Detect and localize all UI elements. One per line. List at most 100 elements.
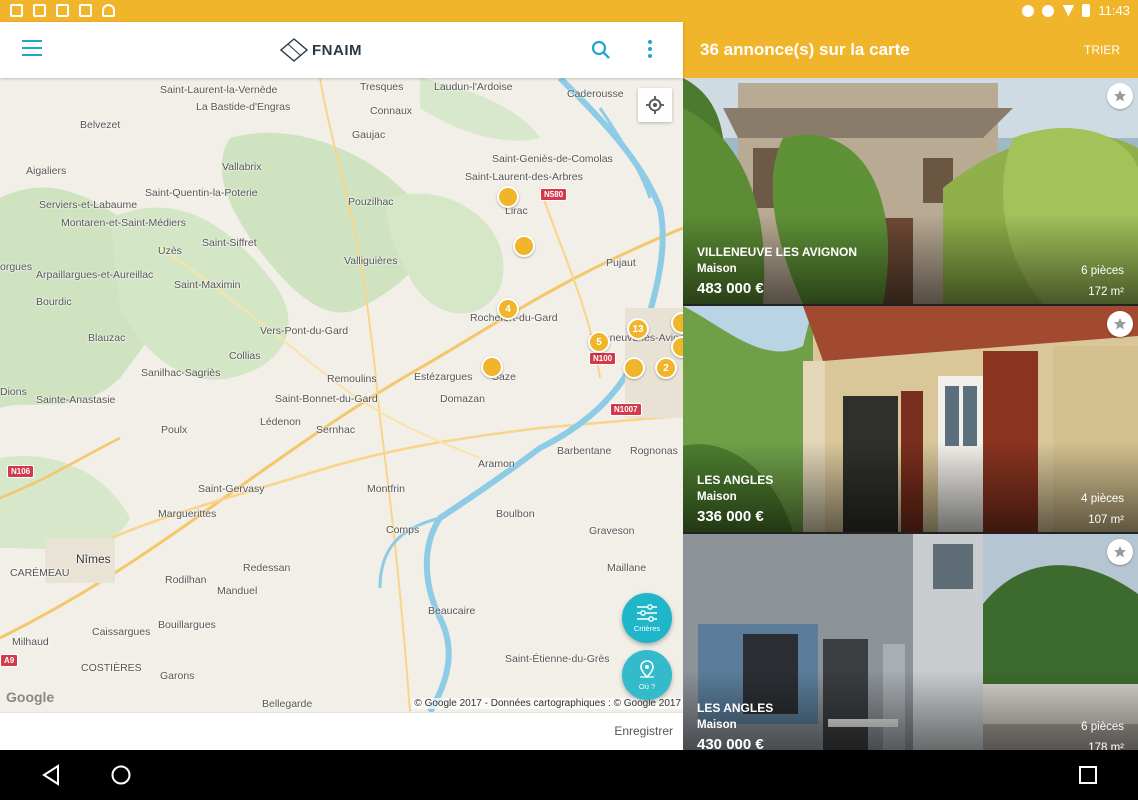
map-place-label: Boulbon bbox=[496, 508, 535, 520]
map-place-label: La Bastide-d'Engras bbox=[196, 101, 291, 113]
map-place-label: Gaujac bbox=[352, 129, 386, 141]
map-place-label: Graveson bbox=[589, 525, 635, 537]
map-place-label: Comps bbox=[386, 524, 420, 536]
back-icon[interactable] bbox=[40, 764, 62, 786]
navigation-bar bbox=[0, 750, 1138, 800]
app-toolbar: FNAIM bbox=[0, 22, 683, 78]
wifi-icon bbox=[1062, 4, 1075, 17]
map-place-label: Garons bbox=[160, 670, 195, 682]
listing-area: 107 m² bbox=[1088, 514, 1124, 526]
location-icon bbox=[1022, 4, 1035, 17]
map-place-label: Pujaut bbox=[606, 257, 636, 269]
search-icon[interactable] bbox=[590, 39, 612, 61]
map-place-label: Saint-Laurent-des-Arbres bbox=[465, 171, 583, 183]
map-place-label: Montaren-et-Saint-Médiers bbox=[61, 217, 186, 229]
map-place-label: Sanilhac-Sagriès bbox=[141, 367, 221, 379]
map-place-label: Manduel bbox=[217, 585, 258, 597]
filter-sliders-icon bbox=[637, 603, 657, 622]
map-place-label: Saint-Étienne-du-Grès bbox=[505, 653, 610, 665]
notification-icons bbox=[10, 4, 115, 17]
listing-rooms: 6 pièces bbox=[1081, 265, 1124, 277]
listing-area: 172 m² bbox=[1088, 286, 1124, 298]
star-icon bbox=[1114, 318, 1126, 330]
listing-price: 483 000 € bbox=[697, 280, 764, 297]
map-place-label: Serviers-et-Labaume bbox=[39, 199, 138, 211]
map-place-label: Caderousse bbox=[567, 88, 624, 100]
map-place-label: Collias bbox=[229, 350, 261, 362]
map-place-label: Lédenon bbox=[260, 416, 301, 428]
favorite-button[interactable] bbox=[1107, 83, 1133, 109]
map-place-label: Saint-Quentin-la-Poterie bbox=[145, 187, 258, 199]
road-shield: N100 bbox=[589, 352, 617, 365]
map-place-label: Vers-Pont-du-Gard bbox=[260, 325, 349, 337]
map-place-label: Estézargues bbox=[414, 371, 473, 383]
do-not-disturb-icon bbox=[1042, 4, 1055, 17]
listing-cluster-marker[interactable]: 5 bbox=[588, 331, 610, 353]
map-place-label: Maillane bbox=[607, 562, 647, 574]
save-search-bar: Enregistrer bbox=[0, 712, 683, 750]
listing-city: VILLENEUVE LES AVIGNON bbox=[697, 245, 858, 259]
more-vert-icon[interactable] bbox=[643, 40, 657, 60]
road-shield: N580 bbox=[540, 188, 568, 201]
status-bar: 11:43 bbox=[0, 0, 1138, 22]
map-place-label: Bouillargues bbox=[158, 619, 216, 631]
where-button[interactable]: Où ? bbox=[622, 650, 672, 700]
listing-cluster-marker[interactable] bbox=[623, 357, 645, 379]
map-place-label: Saint-Bonnet-du-Gard bbox=[275, 393, 378, 405]
sort-button[interactable]: TRIER bbox=[1084, 43, 1120, 57]
fnaim-logo-mark bbox=[280, 38, 308, 62]
criteria-button[interactable]: Critères bbox=[622, 593, 672, 643]
home-icon[interactable] bbox=[110, 764, 132, 786]
map-place-label: Belvezet bbox=[80, 119, 121, 131]
star-icon bbox=[1114, 546, 1126, 558]
map-place-label: Redessan bbox=[243, 562, 291, 574]
recent-apps-icon[interactable] bbox=[1077, 764, 1099, 786]
results-count-title: 36 annonce(s) sur la carte bbox=[700, 40, 910, 59]
photo-icon bbox=[33, 4, 46, 17]
map-place-label: orgues bbox=[0, 261, 33, 273]
listing-cluster-marker[interactable]: 4 bbox=[497, 298, 519, 320]
listings-list[interactable]: VILLENEUVE LES AVIGNON Maison 483 000 € … bbox=[683, 78, 1138, 750]
map-place-label: Valliguières bbox=[344, 255, 398, 267]
map-view[interactable]: Saint-Laurent-la-Vernède Tresques Laudun-l… bbox=[0, 78, 683, 712]
clock: 11:43 bbox=[1098, 3, 1130, 18]
listing-type: Maison bbox=[697, 719, 737, 731]
listing-cluster-marker[interactable]: 2 bbox=[655, 357, 677, 379]
image-icon bbox=[10, 4, 23, 17]
hamburger-icon[interactable] bbox=[22, 40, 42, 56]
map-place-label: Barbentane bbox=[557, 445, 612, 457]
my-location-button[interactable] bbox=[638, 88, 672, 122]
map-place-label: Marguerittes bbox=[158, 508, 217, 520]
listing-cluster-marker[interactable] bbox=[481, 356, 503, 378]
listing-cluster-marker[interactable] bbox=[497, 186, 519, 208]
map-place-label: Aigaliers bbox=[26, 165, 67, 177]
map-place-label: Uzès bbox=[158, 245, 182, 257]
listing-card[interactable]: LES ANGLES Maison 430 000 € 6 pièces 178… bbox=[683, 534, 1138, 750]
road-shield: N1007 bbox=[610, 403, 642, 416]
listing-cluster-marker[interactable] bbox=[513, 235, 535, 257]
favorite-button[interactable] bbox=[1107, 539, 1133, 565]
listing-rooms: 4 pièces bbox=[1081, 493, 1124, 505]
listing-card[interactable]: VILLENEUVE LES AVIGNON Maison 483 000 € … bbox=[683, 78, 1138, 304]
listing-type: Maison bbox=[697, 263, 737, 275]
map-place-label: Milhaud bbox=[12, 636, 49, 648]
listing-rooms: 6 pièces bbox=[1081, 721, 1124, 733]
map-place-label: Poulx bbox=[161, 424, 188, 436]
listing-area: 178 m² bbox=[1088, 742, 1124, 750]
listing-cluster-marker[interactable]: 13 bbox=[627, 318, 649, 340]
save-search-button[interactable]: Enregistrer bbox=[614, 724, 673, 738]
map-place-label: COSTIÈRES bbox=[81, 662, 142, 674]
map-place-label: Remoulins bbox=[327, 373, 377, 385]
criteria-label: Critères bbox=[633, 623, 661, 633]
map-place-label: Aramon bbox=[478, 458, 515, 470]
map-pin-icon bbox=[640, 659, 654, 678]
listing-card[interactable]: LES ANGLES Maison 336 000 € 4 pièces 107… bbox=[683, 306, 1138, 532]
road-shield: N106 bbox=[7, 465, 35, 478]
map-place-label: Sainte-Anastasie bbox=[36, 394, 116, 406]
map-place-label: Beaucaire bbox=[428, 605, 476, 617]
battery-icon bbox=[1082, 4, 1091, 17]
favorite-button[interactable] bbox=[1107, 311, 1133, 337]
map-place-label: Rognonas bbox=[630, 445, 678, 457]
fnaim-logo: FNAIM bbox=[280, 37, 362, 63]
map-place-label: Connaux bbox=[370, 105, 413, 117]
